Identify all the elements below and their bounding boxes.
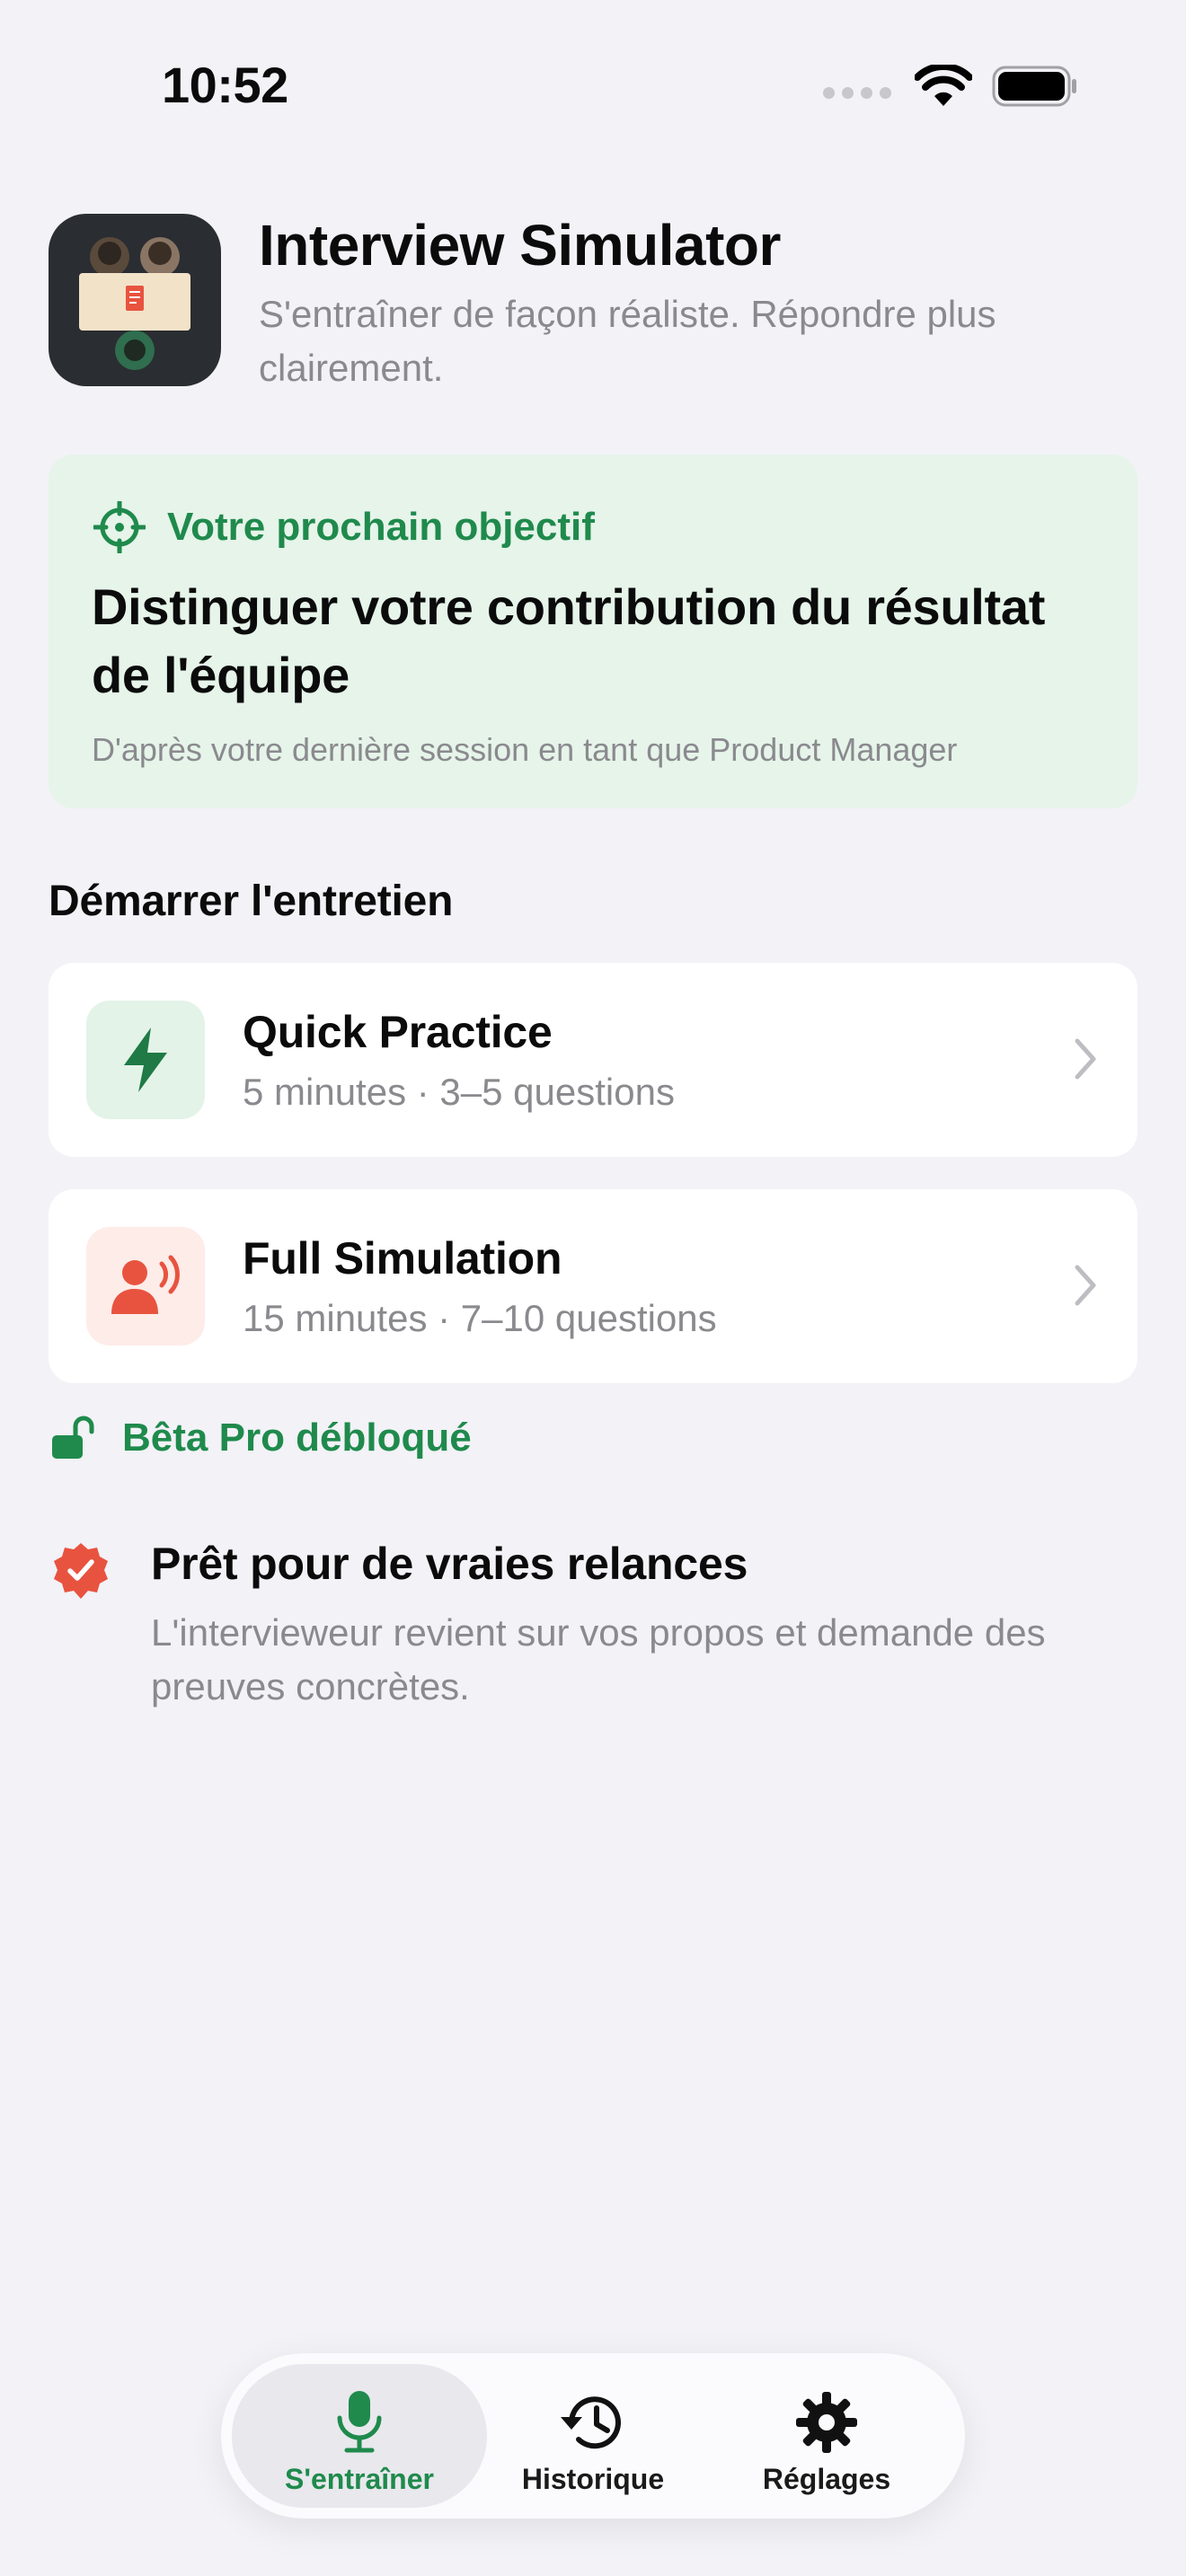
goal-text: Distinguer votre contribution du résulta… xyxy=(92,578,1046,703)
option-title: Quick Practice xyxy=(243,1007,553,1057)
chevron-right-icon xyxy=(1075,1265,1096,1306)
option-title: Full Simulation xyxy=(243,1233,562,1284)
goal-note: D'après votre dernière session en tant q… xyxy=(92,731,958,768)
interview-table-icon xyxy=(49,214,221,386)
ready-title: Prêt pour de vraies relances xyxy=(151,1539,748,1589)
screen: 10:52 Interview Simulator S'entraîner de… xyxy=(0,0,1186,2576)
tab-bar: S'entraîner Historique Réglages xyxy=(221,2353,965,2519)
option-subtitle: 5 minutes · 3–5 questions xyxy=(243,1071,675,1113)
battery-icon xyxy=(992,66,1076,107)
chevron-right-icon xyxy=(1075,1038,1096,1080)
goal-label: Votre prochain objectif xyxy=(167,505,595,549)
beta-pro-badge: Bêta Pro débloqué xyxy=(50,1416,472,1460)
app-title: Interview Simulator xyxy=(259,213,781,278)
full-simulation-button[interactable]: Full Simulation 15 minutes · 7–10 questi… xyxy=(49,1189,1137,1383)
app-subtitle: S'entraîner de façon réaliste. Répondre … xyxy=(259,293,996,389)
tab-history[interactable]: Historique xyxy=(465,2364,721,2508)
tab-settings[interactable]: Réglages xyxy=(699,2364,954,2508)
unlock-icon xyxy=(52,1416,94,1459)
wifi-icon xyxy=(915,65,972,106)
speaking-person-icon xyxy=(86,1227,205,1345)
history-icon xyxy=(561,2396,621,2449)
tab-label: Réglages xyxy=(762,2463,891,2495)
next-goal-card[interactable]: Votre prochain objectif Distinguer votre… xyxy=(49,454,1137,808)
mic-icon xyxy=(337,2391,382,2453)
quick-practice-button[interactable]: Quick Practice 5 minutes · 3–5 questions xyxy=(49,963,1137,1157)
ready-subtitle: L'intervieweur revient sur vos propos et… xyxy=(151,1611,1046,1707)
bolt-icon xyxy=(86,1001,205,1119)
tab-label: Historique xyxy=(521,2463,665,2495)
status-indicators xyxy=(823,65,1078,108)
checkmark-seal-icon xyxy=(54,1543,108,1599)
goal-header: Votre prochain objectif xyxy=(93,501,595,553)
target-icon xyxy=(93,501,146,553)
cellular-icon xyxy=(823,86,891,99)
section-title: Démarrer l'entretien xyxy=(49,878,454,925)
gear-icon xyxy=(796,2392,857,2453)
tab-practice[interactable]: S'entraîner xyxy=(232,2364,487,2508)
status-time: 10:52 xyxy=(162,57,288,113)
beta-label: Bêta Pro débloqué xyxy=(122,1416,472,1460)
option-subtitle: 15 minutes · 7–10 questions xyxy=(243,1297,717,1339)
tab-label: S'entraîner xyxy=(285,2463,434,2495)
